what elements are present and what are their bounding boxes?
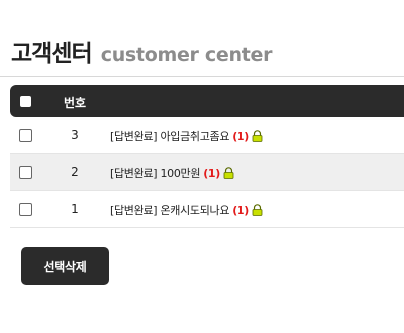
lock-icon [252,130,263,142]
column-header-number: 번호 [64,96,87,110]
row-subject-text[interactable]: [답변완료] 100만원 [110,167,201,180]
table-row[interactable]: 3 [답변완료] 아입금취고좀요 (1) [10,117,404,154]
select-all-checkbox[interactable] [20,96,31,107]
row-checkbox[interactable] [19,203,32,216]
row-subject-link[interactable]: [답변완료] 100만원 (1) [110,165,234,181]
delete-selected-button[interactable]: 선택삭제 [21,247,109,285]
title-divider [0,76,404,77]
comment-count: (1) [232,130,250,143]
lock-icon [223,167,234,179]
row-number: 3 [71,128,79,142]
row-number: 1 [71,202,79,216]
row-subject-text[interactable]: [답변완료] 아입금취고좀요 [110,130,230,143]
table-header: 번호 [10,85,404,117]
lock-icon [252,204,263,216]
page-title: 고객센터 [11,41,93,67]
comment-count: (1) [203,167,221,180]
row-subject-link[interactable]: [답변완료] 온캐시도되나요 (1) [110,202,263,218]
table-row[interactable]: 2 [답변완료] 100만원 (1) [10,154,404,191]
comment-count: (1) [232,204,250,217]
row-checkbox[interactable] [19,129,32,142]
row-subject-link[interactable]: [답변완료] 아입금취고좀요 (1) [110,128,263,144]
page-subtitle: customer center [100,44,273,66]
board-table: 번호 3 [답변완료] 아입금취고좀요 (1) 2 [답변완료] 100만원 (1)… [10,85,404,228]
row-number: 2 [71,165,79,179]
row-checkbox[interactable] [19,166,32,179]
row-subject-text[interactable]: [답변완료] 온캐시도되나요 [110,204,230,217]
page-heading: 고객센터 customer center [11,34,272,68]
table-row[interactable]: 1 [답변완료] 온캐시도되나요 (1) [10,191,404,228]
